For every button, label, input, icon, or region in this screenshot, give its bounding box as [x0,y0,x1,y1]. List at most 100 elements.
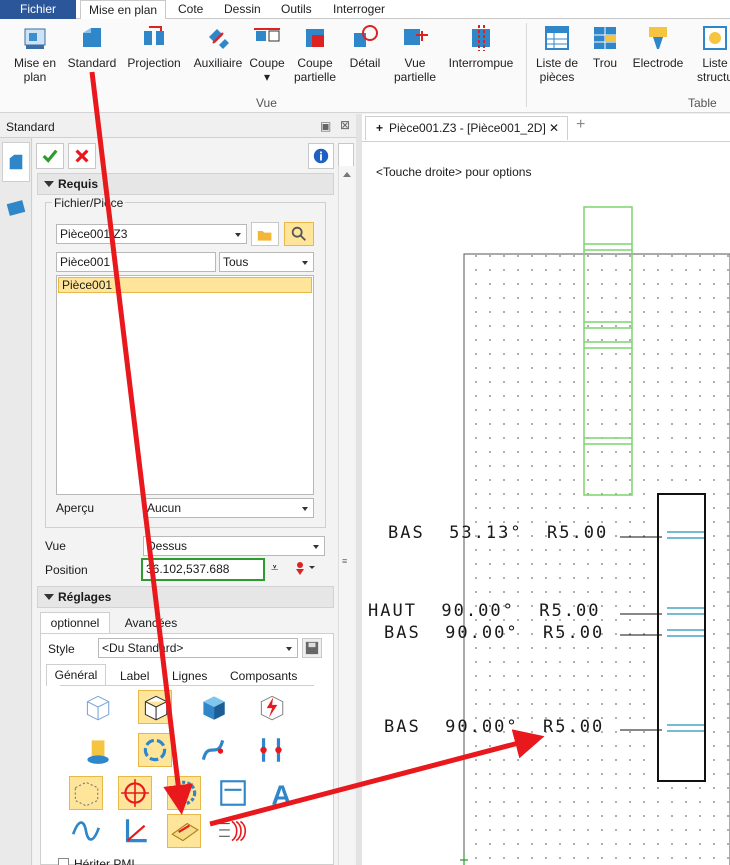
axis-button[interactable] [118,814,152,848]
vue-select[interactable]: Dessus [143,536,325,556]
menu-bar: Fichier Mise en plan Cote Dessin Outils … [0,0,730,20]
annotation-3[interactable]: BAS 90.00° R5.00 [384,625,604,642]
partial-section-icon [306,29,324,47]
projection-button[interactable]: Projection [124,23,184,70]
tab-avancees[interactable]: Avancées [114,613,188,633]
auxiliary-view-icon [209,29,229,49]
subtab-general[interactable]: Général [46,664,106,686]
lightning-icon [260,695,284,721]
annotation-2[interactable]: HAUT 90.00° R5.00 [368,603,600,620]
vue-partielle-button[interactable]: Vue partielle [390,23,440,84]
mise-en-plan-button[interactable]: Mise en plan [8,23,62,84]
ok-button[interactable] [36,143,64,169]
subtab-composants[interactable]: Composants [230,669,297,683]
part-list[interactable]: Pièce001 [56,275,314,495]
chevron-down-icon[interactable]: ⩡ [271,561,278,575]
tab-optionnel[interactable]: optionnel [40,612,110,634]
subtab-label[interactable]: Label [120,669,149,683]
close-panel-icon[interactable]: ⊠ [340,118,350,132]
thread-circle-icon [171,780,197,806]
liste-de-pieces-button[interactable]: Liste de pièces [532,23,582,84]
scroll-up-icon[interactable] [343,172,351,177]
scroll-grip[interactable]: ≡ [342,556,351,566]
menu-fichier[interactable]: Fichier [0,0,76,19]
heriter-pmi-label: Hériter PMI [74,857,135,865]
hatch-button[interactable] [216,814,250,848]
subtab-lignes[interactable]: Lignes [172,669,207,683]
auxiliaire-button[interactable]: Auxiliaire [190,23,246,70]
menu-mise-en-plan[interactable]: Mise en plan [80,0,167,20]
drawing-svg [460,206,730,865]
apercu-select[interactable]: Aucun [143,498,314,518]
group-label-vue: Vue [256,96,277,110]
section-requis[interactable]: Requis [37,173,334,195]
pin-icon: + [376,121,384,135]
section-reglages[interactable]: Réglages [37,586,334,608]
standard-view-icon [83,28,101,47]
wireframe-view-button[interactable] [80,690,114,724]
thread-display-button[interactable] [167,776,201,810]
save-style-button[interactable] [302,638,322,658]
shaded-view-button[interactable] [196,690,230,724]
interrompue-button[interactable]: Interrompue [444,23,518,70]
drawing-canvas[interactable]: <Touche droite> pour options BAS 53.13° … [362,141,730,865]
new-tab-icon[interactable]: + [576,117,585,133]
center-mark-button[interactable] [118,776,152,810]
menu-outils[interactable]: Outils [273,0,320,19]
update-view-button[interactable] [254,690,288,724]
list-item[interactable]: Pièce001 [58,277,312,293]
box-icon [74,781,99,807]
drawing-tab-icon[interactable] [6,198,26,218]
section-icon [254,28,280,42]
coupe-button[interactable]: Coupe ▾ [246,23,288,84]
electrode-icon [649,27,667,49]
threads-view-button[interactable] [254,733,288,767]
panel-scrollbar[interactable]: ≡ [338,166,354,865]
menu-interroger[interactable]: Interroger [325,0,393,19]
annotation-4[interactable]: BAS 90.00° R5.00 [384,719,604,736]
rotate-view-button[interactable] [138,733,172,767]
open-folder-button[interactable] [251,222,279,246]
part-name-field[interactable]: Pièce001 [56,252,216,272]
detail-button[interactable]: Détail [344,23,386,70]
pin-icon[interactable]: ▣ [320,119,331,133]
heriter-pmi-checkbox[interactable] [58,858,69,865]
cylinder-view-button[interactable] [80,733,114,767]
detail-icon [354,25,378,47]
box-view-button[interactable] [69,776,103,810]
standard-button[interactable]: Standard [64,23,120,70]
folder-icon [257,231,272,241]
cancel-button[interactable] [68,143,96,169]
menu-cote[interactable]: Cote [170,0,211,19]
wave-icon [71,821,101,841]
document-tab[interactable]: + Pièce001.Z3 - [Pièce001_2D] ✕ [365,116,568,140]
pick-point-icon[interactable] [292,560,316,576]
tab-standard[interactable] [2,142,30,182]
dimension-icon [220,780,246,806]
panel-title: Standard [6,120,55,134]
pmi-button[interactable] [167,814,201,848]
liste-structure-button[interactable]: Liste structu [692,23,730,84]
electrode-button[interactable]: Electrode [630,23,686,70]
spline-button[interactable] [69,814,103,848]
filter-select[interactable]: Tous [219,252,314,272]
structure-list-icon [703,26,727,50]
dimension-view-button[interactable] [216,776,250,810]
coupe-partielle-button[interactable]: Coupe partielle [290,23,340,84]
menu-dessin[interactable]: Dessin [216,0,269,19]
hole-table-icon [594,27,616,49]
trou-button[interactable]: Trou [588,23,622,70]
annotation-1[interactable]: BAS 53.13° R5.00 [388,525,608,542]
hidden-line-view-button[interactable] [138,690,172,724]
text-annotation-button[interactable]: A [265,776,299,811]
position-input[interactable]: 36.102,537.688 [141,558,265,581]
text-icon: A [271,780,291,811]
file-select[interactable]: Pièce001.Z3 [56,224,247,244]
curve-view-button[interactable] [196,733,230,767]
group-label-table: Table [688,96,717,110]
style-select[interactable]: <Du Standard> [98,638,298,658]
info-button[interactable] [308,143,334,169]
search-part-button[interactable] [284,222,314,246]
axis-icon [125,819,147,843]
close-tab-icon[interactable]: ✕ [549,117,559,139]
